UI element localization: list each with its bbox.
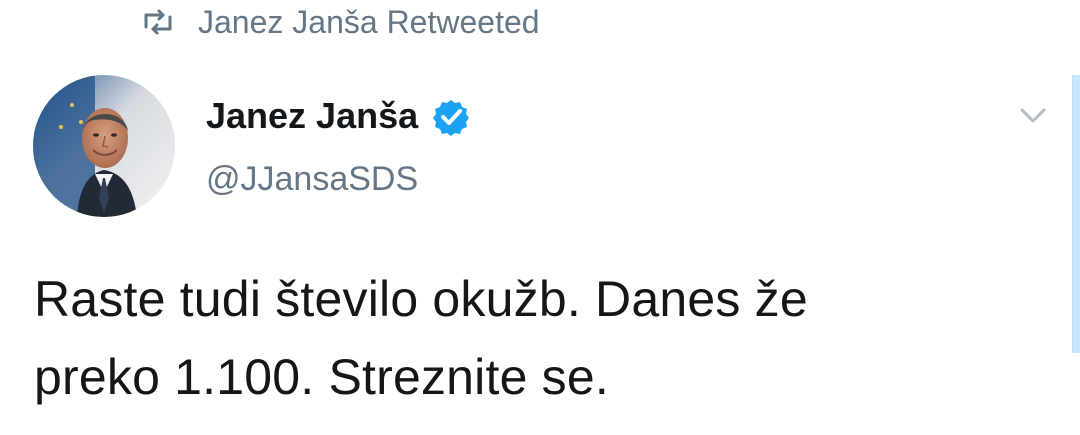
profile-photo [33, 75, 175, 217]
scrollbar-thumb[interactable] [1072, 75, 1080, 353]
author-name-row[interactable]: Janez Janša [206, 94, 470, 138]
display-name[interactable]: Janez Janša [206, 94, 418, 138]
retweet-icon [144, 9, 172, 35]
avatar[interactable] [33, 75, 175, 217]
tweet-text: Raste tudi število okužb. Danes že preko… [34, 271, 808, 405]
author-handle[interactable]: @JJansaSDS [206, 157, 418, 201]
retweet-label: Janez Janša Retweeted [198, 4, 540, 40]
retweet-header[interactable]: Janez Janša Retweeted [140, 2, 540, 42]
verified-badge-icon [433, 99, 470, 136]
chevron-down-icon[interactable] [1016, 98, 1050, 132]
